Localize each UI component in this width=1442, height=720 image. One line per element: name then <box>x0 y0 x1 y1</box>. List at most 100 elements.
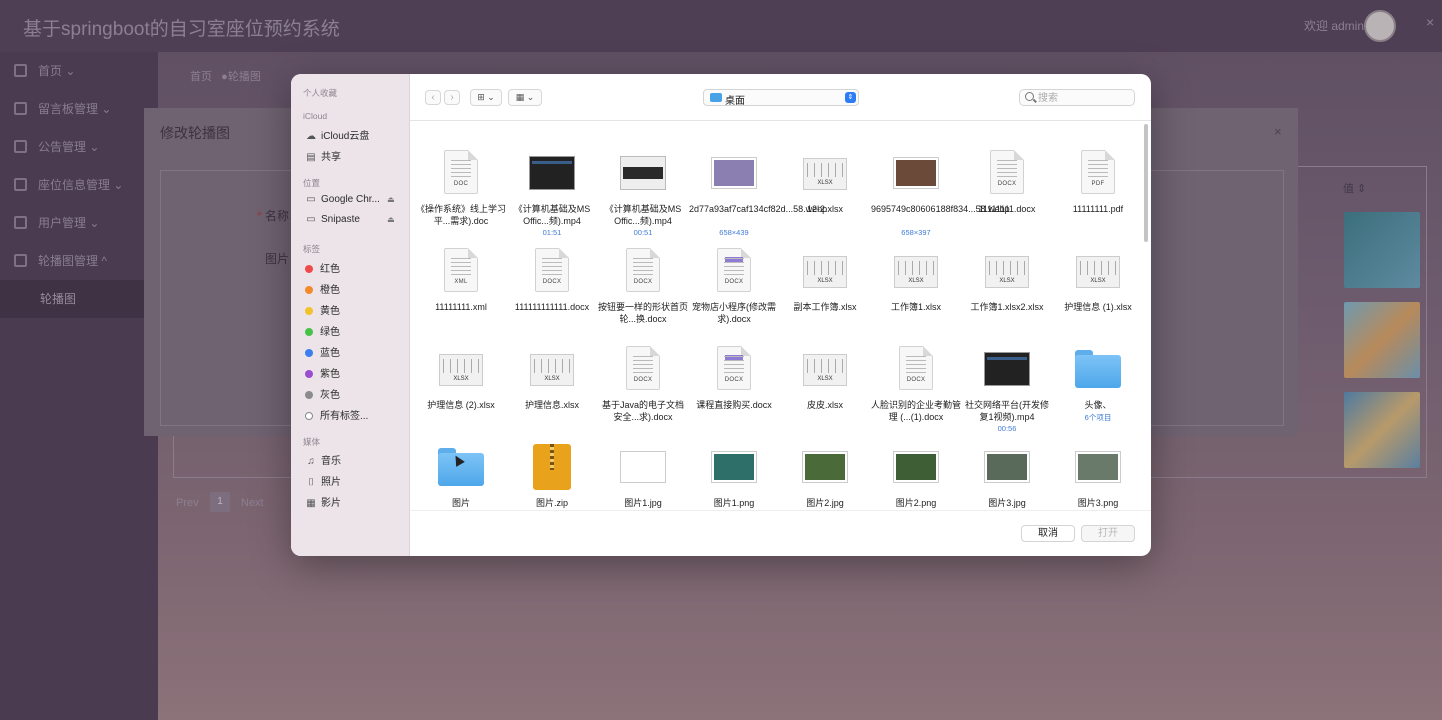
close-icon[interactable]: × <box>1426 14 1434 30</box>
file-item[interactable]: XLSX 工作簿1.xlsx <box>871 230 961 326</box>
file-item[interactable]: 图片2.jpg1,920×1,080 <box>780 426 870 510</box>
sidebar-subitem-carousel[interactable]: 轮播图 <box>0 280 158 318</box>
sidebar-item-seats[interactable]: 座位信息管理 ⌄ <box>0 166 158 204</box>
disk-icon: ▭ <box>306 214 316 225</box>
file-name: 图片.zip <box>535 498 568 508</box>
file-name: 课程直接购买.docx <box>696 400 772 410</box>
sidebar-item-shared[interactable]: ▤ 共享 <box>305 148 341 163</box>
eject-icon[interactable]: ⏏ <box>387 215 395 224</box>
cancel-button[interactable]: 取消 <box>1021 525 1075 542</box>
carousel-thumb[interactable] <box>1344 302 1420 378</box>
tag-gray[interactable]: 灰色 <box>305 386 340 401</box>
sidebar-item-movies[interactable]: ▦ 影片 <box>305 494 341 509</box>
carousel-thumb[interactable] <box>1344 212 1420 288</box>
sidebar-item-snipaste[interactable]: ▭ Snipaste <box>305 214 360 225</box>
table-header-value[interactable]: 值 ⇕ <box>1343 180 1366 196</box>
pager-prev[interactable]: Prev <box>176 497 199 509</box>
tag-yellow[interactable]: 黄色 <box>305 302 340 317</box>
file-item[interactable]: DOCX 人脸识别的企业考勤管理 (...(1).docx <box>871 328 961 424</box>
back-button[interactable]: ‹ <box>425 90 441 105</box>
open-button[interactable]: 打开 <box>1081 525 1135 542</box>
group-mode-button[interactable]: ▦ ⌄ <box>508 89 542 106</box>
file-item[interactable]: 图片.zip37.2 MB <box>507 426 597 510</box>
document-icon: DOC <box>444 150 478 194</box>
file-item[interactable]: DOCX 11111111.docx <box>962 132 1052 228</box>
sidebar-item-users[interactable]: 用户管理 ⌄ <box>0 204 158 242</box>
file-item[interactable]: 图片345个项目 <box>416 426 506 510</box>
file-item[interactable]: XLSX 护理信息.xlsx <box>507 328 597 424</box>
search-box[interactable] <box>1019 89 1135 106</box>
location-select[interactable]: 桌面 ⇕ <box>703 89 859 107</box>
file-item[interactable]: 社交网络平台(开发修复1视频).mp4 00:56 <box>962 328 1052 433</box>
carousel-thumb[interactable] <box>1344 392 1420 468</box>
file-name: 社交网络平台(开发修复1视频).mp4 <box>965 400 1049 422</box>
camera-icon: ⌷ <box>308 477 314 488</box>
avatar[interactable] <box>1364 10 1396 42</box>
tag-all[interactable]: 所有标签... <box>305 407 368 422</box>
breadcrumb-current[interactable]: ●轮播图 <box>221 71 261 83</box>
search-input[interactable] <box>1038 91 1128 105</box>
sidebar-item-messages[interactable]: 留言板管理 ⌄ <box>0 90 158 128</box>
close-icon[interactable]: × <box>1274 124 1282 139</box>
sidebar-item-home[interactable]: 首页 ⌄ <box>0 52 158 90</box>
file-item[interactable]: 图片3.png1,080×810 <box>1053 426 1135 510</box>
file-picker-sidebar: 个人收藏 iCloud ☁ iCloud云盘 ▤ 共享 位置 ▭ Google Chr… <box>291 74 410 556</box>
file-item[interactable]: 图片3.jpg1,920×1,080 <box>962 426 1052 510</box>
file-name: 工作簿1.xlsx <box>890 302 941 312</box>
section-favorites: 个人收藏 <box>303 88 338 98</box>
scrollbar[interactable] <box>1144 124 1148 242</box>
pager-page[interactable]: 1 <box>210 492 230 512</box>
file-item[interactable]: 9695749c80606188f834...58.webp 658×397 <box>871 132 1010 237</box>
file-item[interactable]: DOCX 按钮要一样的形状首页轮...换.docx <box>598 230 688 326</box>
file-item[interactable]: DOCX 111111111111.docx <box>507 230 597 326</box>
file-item[interactable]: DOCX 课程直接购买.docx <box>689 328 779 424</box>
tag-purple[interactable]: 紫色 <box>305 365 340 380</box>
forward-button[interactable]: › <box>444 90 460 105</box>
file-item[interactable]: 2d77a93af7caf134cf82d...58.webp 658×439 <box>689 132 827 237</box>
breadcrumb-home[interactable]: 首页 <box>190 71 212 83</box>
sidebar-item-notices[interactable]: 公告管理 ⌄ <box>0 128 158 166</box>
file-item[interactable]: XLSX 副本工作簿.xlsx <box>780 230 870 326</box>
file-item[interactable]: XML 11111111.xml <box>416 230 506 326</box>
tag-green[interactable]: 绿色 <box>305 323 340 338</box>
eject-icon[interactable]: ⏏ <box>387 195 395 204</box>
file-item[interactable]: 图片1.jpg1,920×1,080 <box>598 426 688 510</box>
sidebar-item-music[interactable]: ♫ 音乐 <box>305 452 341 467</box>
file-name: 图片1.png <box>713 498 755 508</box>
image-icon <box>894 150 938 188</box>
sidebar-item-google-chrome[interactable]: ▭ Google Chr... <box>305 194 380 205</box>
file-item[interactable]: 头像、 6个项目 <box>1053 328 1135 424</box>
file-item[interactable]: 图片1.png250×250 <box>689 426 779 510</box>
file-name: 护理信息.xlsx <box>524 400 579 410</box>
file-name: 12-2.xlsx <box>806 204 843 214</box>
file-item[interactable]: DOCX 宠物店小程序(修改需求).docx <box>689 230 779 326</box>
green-dot-icon <box>305 328 313 336</box>
sidebar-item-icloud-drive[interactable]: ☁ iCloud云盘 <box>305 127 369 142</box>
tag-blue[interactable]: 蓝色 <box>305 344 340 359</box>
pager-next[interactable]: Next <box>241 497 264 509</box>
tag-red[interactable]: 红色 <box>305 260 340 275</box>
file-item[interactable]: PDF 11111111.pdf <box>1053 132 1135 228</box>
file-item[interactable]: XLSX 12-2.xlsx <box>780 132 870 228</box>
blue-dot-icon <box>305 349 313 357</box>
carousel-icon <box>14 254 27 267</box>
file-item[interactable]: 《计算机基础及MS Offic...频).mp4 01:51 <box>507 132 597 237</box>
file-item[interactable]: DOC 《操作系统》线上学习平...需求).doc <box>416 132 506 228</box>
sidebar-item-photos[interactable]: ⌷ 照片 <box>305 473 341 488</box>
tag-orange[interactable]: 橙色 <box>305 281 340 296</box>
cloud-icon: ☁ <box>306 131 316 142</box>
file-item[interactable]: 图片2.png1,200×800 <box>871 426 961 510</box>
file-item[interactable]: 《计算机基础及MS Offic...频).mp4 00:51 <box>598 132 688 237</box>
spreadsheet-icon: XLSX <box>803 346 847 386</box>
file-item[interactable]: XLSX 护理信息 (2).xlsx <box>416 328 506 424</box>
file-name: 图片2.png <box>895 498 937 508</box>
file-name: 基于Java的电子文档安全...求).docx <box>601 400 684 422</box>
sidebar-item-carousel[interactable]: 轮播图管理 ^ <box>0 242 158 280</box>
view-mode-button[interactable]: ⊞ ⌄ <box>470 89 502 106</box>
file-item[interactable]: DOCX 基于Java的电子文档安全...求).docx <box>598 328 688 424</box>
file-meta: 6个项目 <box>1084 413 1112 422</box>
file-item[interactable]: XLSX 护理信息 (1).xlsx <box>1053 230 1135 326</box>
file-item[interactable]: XLSX 工作簿1.xlsx2.xlsx <box>962 230 1052 326</box>
document-icon: DOCX <box>990 150 1024 194</box>
file-item[interactable]: XLSX 皮皮.xlsx <box>780 328 870 424</box>
